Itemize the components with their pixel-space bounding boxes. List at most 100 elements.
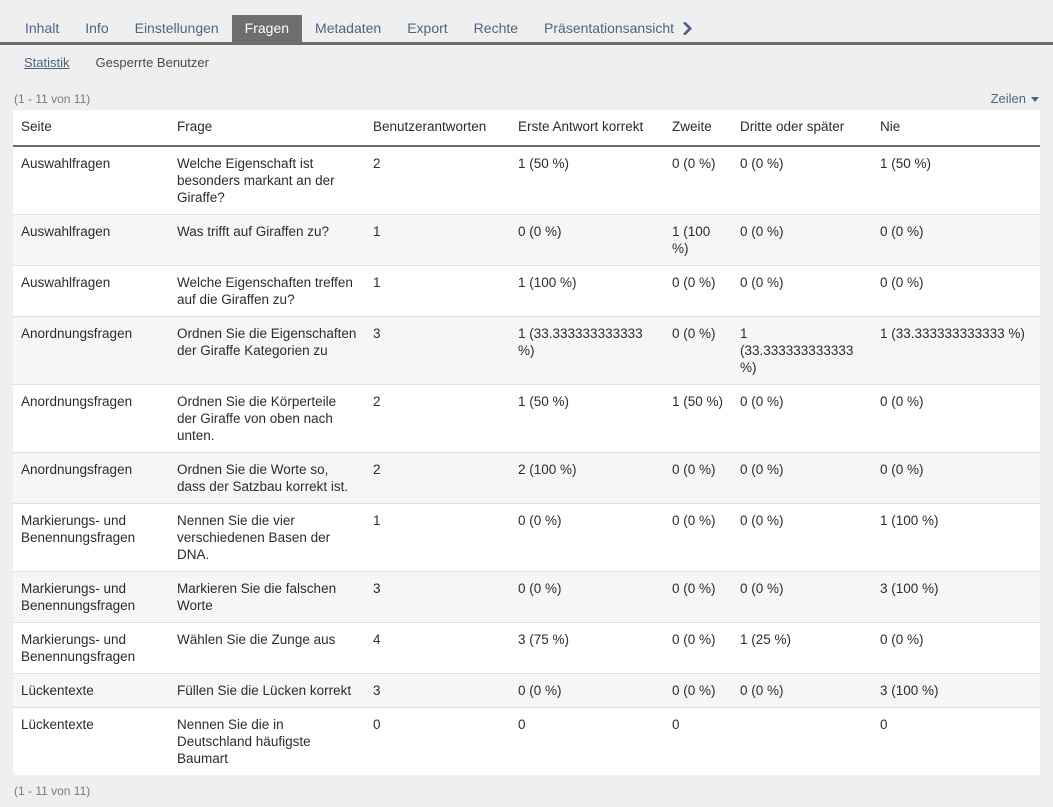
cell: 0 (0 %) xyxy=(732,572,872,623)
cell: Markierungs- und Benennungsfragen xyxy=(13,623,169,674)
cell: Nennen Sie die vier verschiedenen Basen … xyxy=(169,504,365,572)
table-row: Markierungs- und BenennungsfragenWählen … xyxy=(13,623,1040,674)
cell: Lückentexte xyxy=(13,674,169,708)
table-row: AnordnungsfragenOrdnen Sie die Worte so,… xyxy=(13,453,1040,504)
cell: 0 xyxy=(872,708,1040,776)
column-header-frage: Frage xyxy=(169,110,365,146)
question-statistics-table: SeiteFrageBenutzerantwortenErste Antwort… xyxy=(13,110,1040,775)
cell: 0 (0 %) xyxy=(664,317,732,385)
caret-down-icon xyxy=(1031,97,1039,102)
subtab-bar: Statistik Gesperrte Benutzer xyxy=(0,45,1053,71)
table-body: AuswahlfragenWelche Eigenschaft ist beso… xyxy=(13,146,1040,775)
cell: 0 (0 %) xyxy=(664,674,732,708)
tab-einstellungen[interactable]: Einstellungen xyxy=(122,15,232,42)
cell: 0 (0 %) xyxy=(510,572,664,623)
tab-inhalt[interactable]: Inhalt xyxy=(12,15,72,42)
cell: 0 (0 %) xyxy=(664,266,732,317)
cell: 0 (0 %) xyxy=(732,146,872,215)
cell: 0 (0 %) xyxy=(732,385,872,453)
cell: 1 (100 %) xyxy=(664,215,732,266)
cell: 0 (0 %) xyxy=(732,266,872,317)
cell: 3 xyxy=(365,674,510,708)
cell: 3 xyxy=(365,317,510,385)
tab-fragen[interactable]: Fragen xyxy=(232,15,302,42)
cell: 2 xyxy=(365,146,510,215)
table-row: Markierungs- und BenennungsfragenMarkier… xyxy=(13,572,1040,623)
cell: 4 xyxy=(365,623,510,674)
cell: 0 (0 %) xyxy=(732,674,872,708)
cell: 1 xyxy=(365,504,510,572)
tab-export[interactable]: Export xyxy=(394,15,460,42)
cell: Anordnungsfragen xyxy=(13,453,169,504)
table-row: LückentexteNennen Sie die in Deutschland… xyxy=(13,708,1040,776)
column-header-benutzerantworten: Benutzerantworten xyxy=(365,110,510,146)
tab-metadaten[interactable]: Metadaten xyxy=(302,15,394,42)
table-row: AnordnungsfragenOrdnen Sie die Körpertei… xyxy=(13,385,1040,453)
cell: 0 (0 %) xyxy=(664,623,732,674)
cell: Markierungs- und Benennungsfragen xyxy=(13,504,169,572)
table-toolbar: (1 - 11 von 11) Zeilen xyxy=(0,91,1053,110)
column-header-seite: Seite xyxy=(13,110,169,146)
cell: 1 (50 %) xyxy=(510,146,664,215)
cell: 0 (0 %) xyxy=(664,504,732,572)
table-row: AnordnungsfragenOrdnen Sie die Eigenscha… xyxy=(13,317,1040,385)
table-row: AuswahlfragenWas trifft auf Giraffen zu?… xyxy=(13,215,1040,266)
cell: Nennen Sie die in Deutschland häufigste … xyxy=(169,708,365,776)
cell: 0 (0 %) xyxy=(732,215,872,266)
cell: 1 (33.333333333333 %) xyxy=(732,317,872,385)
column-header-zweite: Zweite xyxy=(664,110,732,146)
cell: Ordnen Sie die Worte so, dass der Satzba… xyxy=(169,453,365,504)
tab-rechte[interactable]: Rechte xyxy=(461,15,531,42)
rows-dropdown-label: Zeilen xyxy=(991,91,1026,106)
cell: 0 (0 %) xyxy=(510,674,664,708)
pagination-top: (1 - 11 von 11) xyxy=(14,92,90,106)
cell: 0 (0 %) xyxy=(664,146,732,215)
cell: Lückentexte xyxy=(13,708,169,776)
cell: Welche Eigenschaft ist besonders markant… xyxy=(169,146,365,215)
cell: 2 xyxy=(365,385,510,453)
cell: Füllen Sie die Lücken korrekt xyxy=(169,674,365,708)
subtab-statistik[interactable]: Statistik xyxy=(24,55,70,71)
cell: Markierungs- und Benennungsfragen xyxy=(13,572,169,623)
cell: 0 (0 %) xyxy=(664,453,732,504)
cell: 3 xyxy=(365,572,510,623)
cell xyxy=(732,708,872,776)
cell: 0 (0 %) xyxy=(664,572,732,623)
cell: 1 (50 %) xyxy=(664,385,732,453)
cell: 0 (0 %) xyxy=(732,504,872,572)
tab-praesentationsansicht[interactable]: Präsentationsansicht xyxy=(531,15,705,42)
cell: Auswahlfragen xyxy=(13,146,169,215)
pagination-bottom: (1 - 11 von 11) xyxy=(0,775,1053,807)
cell: 3 (100 %) xyxy=(872,674,1040,708)
subtab-gesperrte-benutzer[interactable]: Gesperrte Benutzer xyxy=(96,55,209,71)
cell: 1 xyxy=(365,266,510,317)
cell: 2 (100 %) xyxy=(510,453,664,504)
table-header-row: SeiteFrageBenutzerantwortenErste Antwort… xyxy=(13,110,1040,146)
cell: 1 (25 %) xyxy=(732,623,872,674)
column-header-nie: Nie xyxy=(872,110,1040,146)
cell: 0 (0 %) xyxy=(872,623,1040,674)
table-row: Markierungs- und BenennungsfragenNennen … xyxy=(13,504,1040,572)
cell: 1 (100 %) xyxy=(872,504,1040,572)
cell: 2 xyxy=(365,453,510,504)
rows-per-page-dropdown[interactable]: Zeilen xyxy=(991,91,1039,106)
cell: Anordnungsfragen xyxy=(13,317,169,385)
column-header-dritte-oder-spaeter: Dritte oder später xyxy=(732,110,872,146)
cell: 0 (0 %) xyxy=(872,453,1040,504)
tab-info[interactable]: Info xyxy=(72,15,121,42)
cell: 0 (0 %) xyxy=(872,215,1040,266)
cell: Anordnungsfragen xyxy=(13,385,169,453)
cell: Welche Eigenschaften treffen auf die Gir… xyxy=(169,266,365,317)
cell: Ordnen Sie die Körperteile der Giraffe v… xyxy=(169,385,365,453)
table-row: AuswahlfragenWelche Eigenschaft ist beso… xyxy=(13,146,1040,215)
cell: 1 (33.333333333333 %) xyxy=(510,317,664,385)
cell: Wählen Sie die Zunge aus xyxy=(169,623,365,674)
cell: Was trifft auf Giraffen zu? xyxy=(169,215,365,266)
cell: 1 xyxy=(365,215,510,266)
table-header: SeiteFrageBenutzerantwortenErste Antwort… xyxy=(13,110,1040,146)
cell: Auswahlfragen xyxy=(13,215,169,266)
cell: Markieren Sie die falschen Worte xyxy=(169,572,365,623)
cell: 0 (0 %) xyxy=(872,385,1040,453)
cell: 1 (33.333333333333 %) xyxy=(872,317,1040,385)
cell: 0 (0 %) xyxy=(510,215,664,266)
